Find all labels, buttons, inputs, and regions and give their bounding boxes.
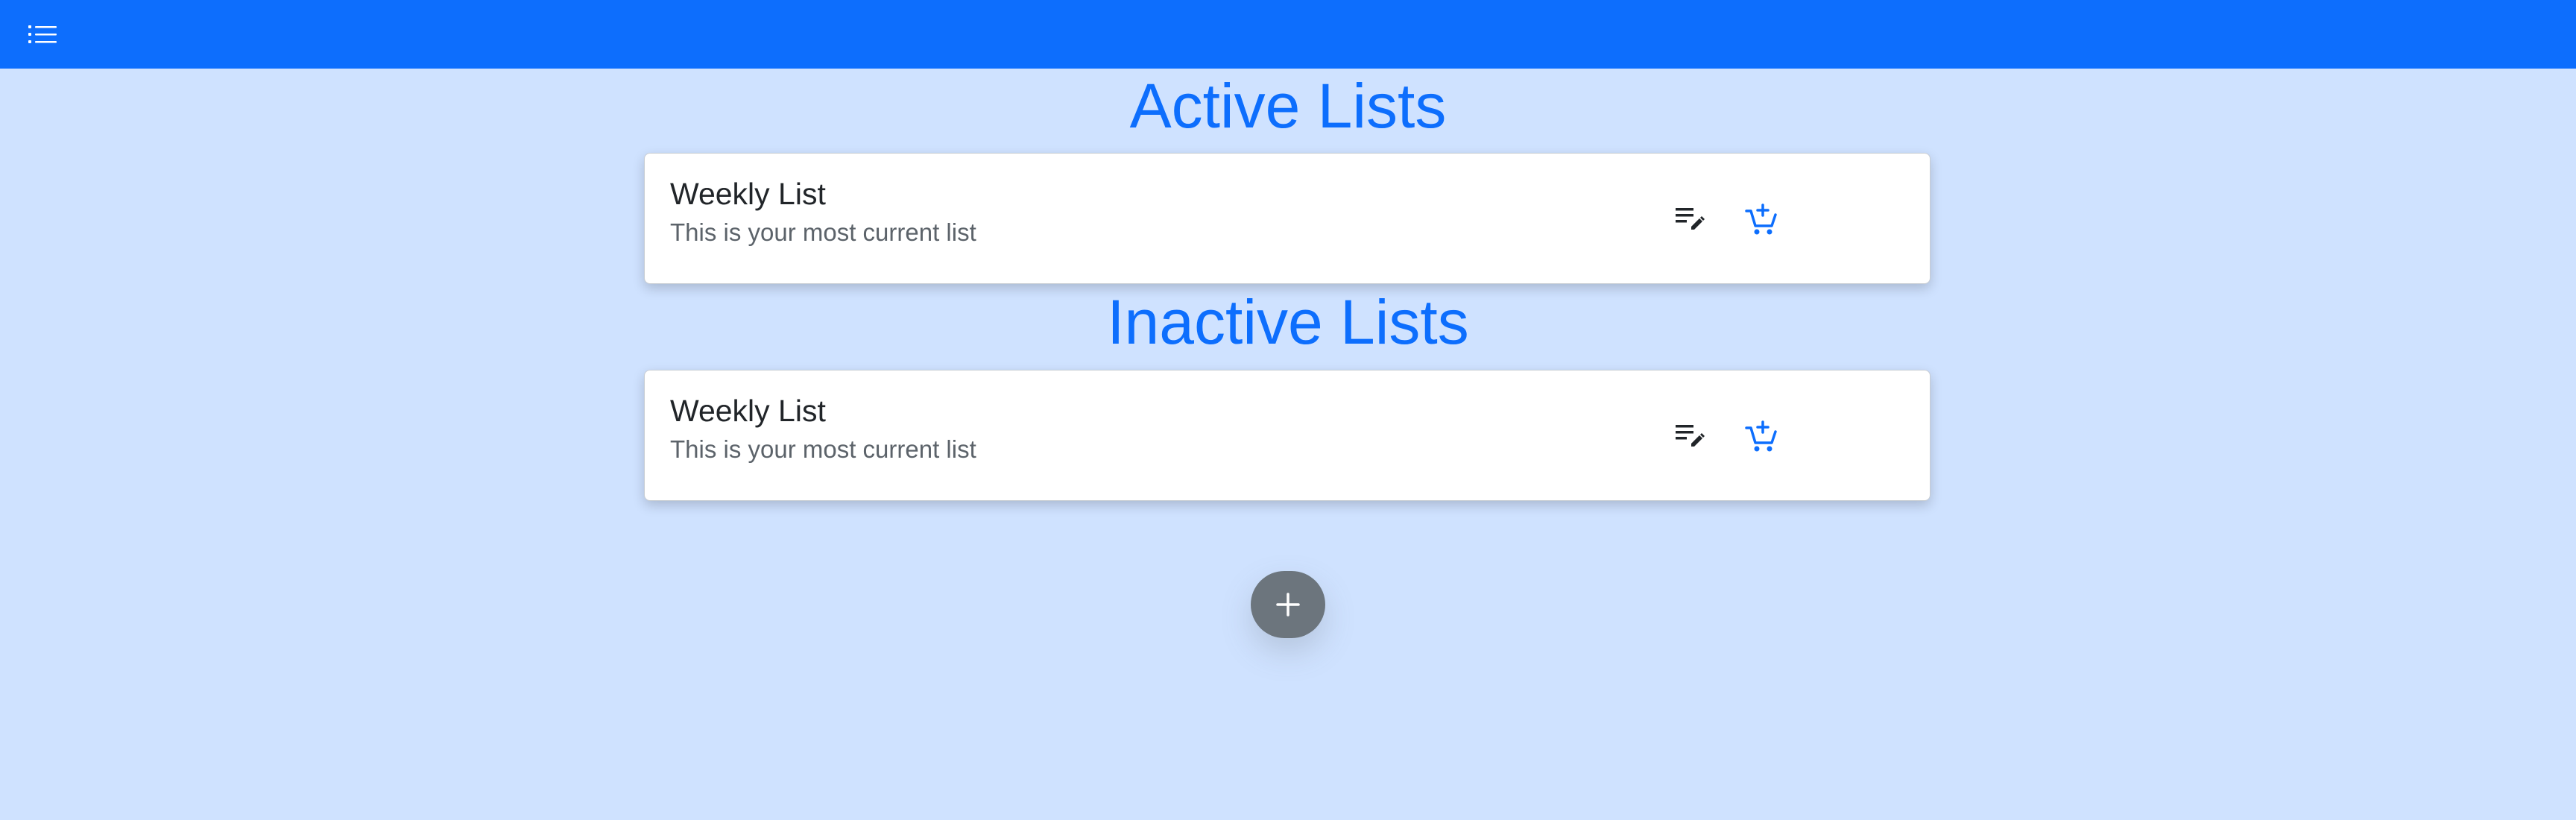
- list-card-active-weekly[interactable]: Weekly List This is your most current li…: [644, 153, 1931, 284]
- add-list-button[interactable]: [1251, 571, 1325, 638]
- list-description: This is your most current list: [670, 218, 976, 246]
- active-lists-title: Active Lists: [1129, 71, 1447, 141]
- plus-icon: [1276, 593, 1300, 616]
- playlist-edit-icon: [1676, 208, 1705, 230]
- list-card-inactive-weekly[interactable]: Weekly List This is your most current li…: [644, 370, 1931, 501]
- edit-list-button[interactable]: [1666, 412, 1714, 460]
- top-navbar: [0, 0, 2576, 69]
- add-shopping-cart-icon: [1745, 420, 1777, 452]
- shop-list-button[interactable]: [1737, 412, 1785, 460]
- playlist-edit-icon: [1676, 425, 1705, 447]
- list-title: Weekly List: [670, 394, 826, 428]
- list-title: Weekly List: [670, 177, 826, 211]
- list-icon: [28, 25, 57, 43]
- add-shopping-cart-icon: [1745, 204, 1777, 235]
- edit-list-button[interactable]: [1666, 195, 1714, 243]
- inactive-lists-title: Inactive Lists: [1107, 287, 1469, 357]
- menu-button[interactable]: [22, 16, 63, 52]
- shop-list-button[interactable]: [1737, 195, 1785, 243]
- list-description: This is your most current list: [670, 435, 976, 463]
